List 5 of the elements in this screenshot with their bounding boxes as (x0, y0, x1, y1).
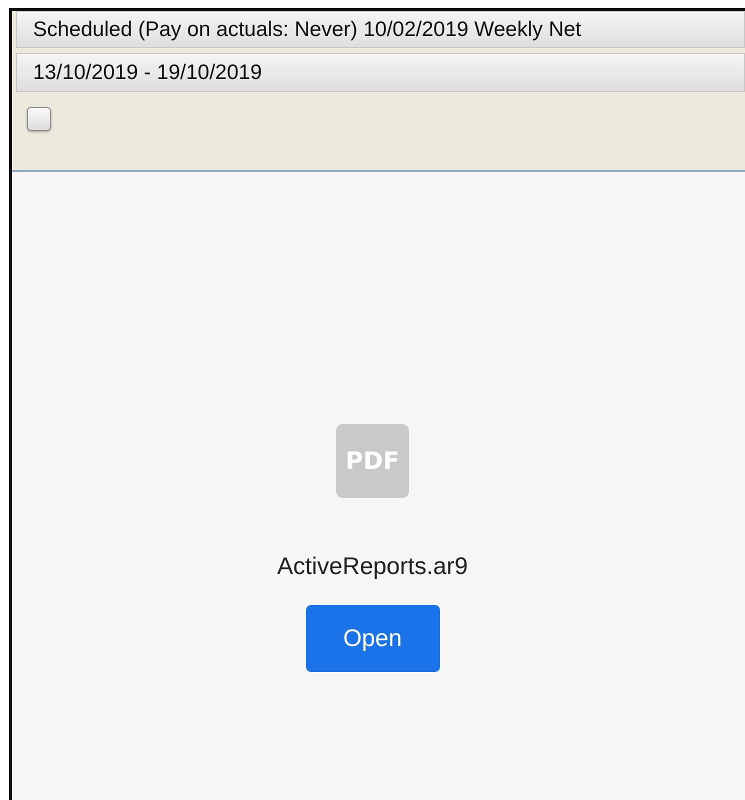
file-name: ActiveReports.ar9 (277, 553, 468, 581)
date-range: 13/10/2019 - 19/10/2019 (16, 53, 745, 92)
open-button[interactable]: Open (306, 605, 440, 672)
checkbox[interactable] (27, 107, 51, 131)
schedule-header: Scheduled (Pay on actuals: Never) 10/02/2019 Weekly Net (16, 11, 745, 48)
